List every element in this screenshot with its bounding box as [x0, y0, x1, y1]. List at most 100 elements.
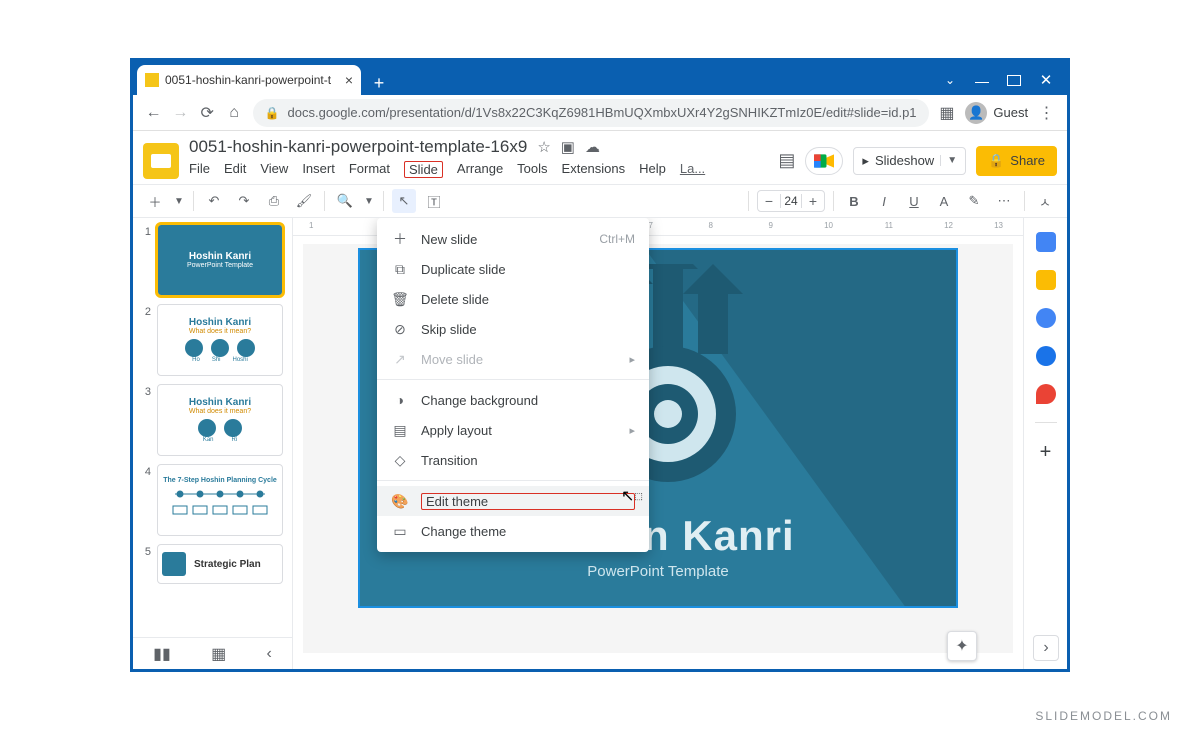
slides-logo-icon[interactable]	[143, 143, 179, 179]
move-folder-icon[interactable]: ▣	[561, 138, 575, 156]
undo-button[interactable]: ↶	[202, 189, 226, 213]
menu-change-background[interactable]: ◑ Change background	[377, 385, 649, 415]
lock-icon: 🔒	[988, 153, 1004, 169]
nav-reload-icon[interactable]: ⟳	[199, 103, 216, 123]
window-maximize-button[interactable]	[1007, 75, 1021, 86]
thumb-row-1[interactable]: 1 Hoshin Kanri PowerPoint Template	[139, 224, 286, 296]
more-tools-button[interactable]: ⋯	[992, 189, 1016, 213]
filmstrip-view-icon[interactable]: ▮▮	[153, 644, 171, 664]
menu-format[interactable]: Format	[349, 161, 390, 178]
slide-thumbnail-3[interactable]: Hoshin Kanri What does it mean? KanRi	[157, 384, 283, 456]
thumb-row-3[interactable]: 3 Hoshin Kanri What does it mean? KanRi	[139, 384, 286, 456]
font-size-value[interactable]: 24	[780, 194, 802, 208]
nav-forward-icon[interactable]: →	[172, 104, 189, 122]
window-dropdown-icon[interactable]: ⌄	[943, 73, 957, 87]
side-panel-toggle-icon[interactable]: ›	[1033, 635, 1059, 661]
thumb-title: Hoshin Kanri	[189, 317, 251, 328]
meet-button[interactable]	[805, 147, 843, 175]
paint-format-button[interactable]: 🖌	[292, 189, 316, 213]
slideshow-button[interactable]: ▸ Slideshow ▼	[853, 147, 966, 175]
italic-button[interactable]: I	[872, 189, 896, 213]
slide-subtitle-text[interactable]: PowerPoint Template	[360, 563, 956, 580]
browser-tab-active[interactable]: 0051-hoshin-kanri-powerpoint-t ×	[137, 65, 361, 95]
textbox-tool-button[interactable]: 🅃	[422, 189, 446, 213]
contacts-icon[interactable]	[1036, 346, 1056, 366]
slide-thumbnail-5[interactable]: Strategic Plan	[157, 544, 283, 584]
menu-extensions[interactable]: Extensions	[562, 161, 626, 178]
collapse-panel-icon[interactable]: ‹	[267, 645, 272, 663]
select-tool-button[interactable]: ↖	[392, 189, 416, 213]
url-field[interactable]: 🔒 docs.google.com/presentation/d/1Vs8x22…	[253, 99, 929, 127]
nav-back-icon[interactable]: ←	[145, 104, 162, 122]
menu-edit-theme[interactable]: 🎨 Edit theme	[377, 486, 649, 516]
new-slide-dropdown-icon[interactable]: ▼	[173, 189, 185, 213]
underline-button[interactable]: U	[902, 189, 926, 213]
thumb-title: Strategic Plan	[194, 559, 261, 570]
hide-menus-button[interactable]: ㅅ	[1033, 189, 1057, 213]
font-size-decrease-button[interactable]: −	[758, 193, 780, 209]
menu-insert[interactable]: Insert	[302, 161, 335, 178]
thumb-number: 5	[139, 544, 151, 584]
menu-file[interactable]: File	[189, 161, 210, 178]
menu-slide[interactable]: Slide	[404, 161, 443, 178]
slide-thumbnail-2[interactable]: Hoshin Kanri What does it mean? HoShiHos…	[157, 304, 283, 376]
new-tab-button[interactable]: +	[367, 71, 391, 95]
zoom-button[interactable]: 🔍	[333, 189, 357, 213]
thumb-title: The 7-Step Hoshin Planning Cycle	[163, 477, 277, 484]
addons-plus-icon[interactable]: +	[1040, 441, 1052, 464]
thumb-number: 1	[139, 224, 151, 296]
menu-change-theme[interactable]: ▭ Change theme	[377, 516, 649, 546]
highlight-color-button[interactable]: ✎	[962, 189, 986, 213]
menu-duplicate-slide[interactable]: ⧉ Duplicate slide	[377, 254, 649, 284]
share-button[interactable]: 🔒 Share	[976, 146, 1057, 176]
document-title[interactable]: 0051-hoshin-kanri-powerpoint-template-16…	[189, 137, 527, 157]
text-color-button[interactable]: A	[932, 189, 956, 213]
menubar: File Edit View Insert Format Slide Arran…	[189, 159, 768, 184]
menu-new-slide[interactable]: ＋ New slide Ctrl+M	[377, 224, 649, 254]
font-size-increase-button[interactable]: +	[802, 193, 824, 209]
thumbnail-footer: ▮▮ ▦ ‹	[133, 637, 292, 669]
profile-chip[interactable]: 👤 Guest	[965, 102, 1028, 124]
thumb-row-2[interactable]: 2 Hoshin Kanri What does it mean? HoShiH…	[139, 304, 286, 376]
menu-last-edit[interactable]: La...	[680, 161, 705, 178]
menu-transition[interactable]: ◇ Transition	[377, 445, 649, 475]
tasks-icon[interactable]	[1036, 308, 1056, 328]
thumb-row-4[interactable]: 4 The 7-Step Hoshin Planning Cycle	[139, 464, 286, 536]
comments-icon[interactable]: ▤	[778, 150, 795, 171]
bold-button[interactable]: B	[842, 189, 866, 213]
menu-tools[interactable]: Tools	[517, 161, 547, 178]
menu-delete-slide[interactable]: 🗑 Delete slide	[377, 284, 649, 314]
thumb-number: 2	[139, 304, 151, 376]
new-slide-button[interactable]: ＋	[143, 189, 167, 213]
menu-help[interactable]: Help	[639, 161, 666, 178]
tab-close-icon[interactable]: ×	[345, 72, 353, 88]
thumbnail-list[interactable]: 1 Hoshin Kanri PowerPoint Template 2 Hos…	[133, 218, 292, 637]
maps-icon[interactable]	[1036, 384, 1056, 404]
thumb-row-5[interactable]: 5 Strategic Plan	[139, 544, 286, 584]
menu-view[interactable]: View	[260, 161, 288, 178]
zoom-dropdown-icon[interactable]: ▼	[363, 189, 375, 213]
browser-menu-icon[interactable]: ⋮	[1038, 103, 1055, 123]
keep-icon[interactable]	[1036, 270, 1056, 290]
window-minimize-button[interactable]	[975, 74, 989, 86]
grid-view-icon[interactable]: ▦	[211, 644, 226, 664]
menu-arrange[interactable]: Arrange	[457, 161, 503, 178]
submenu-arrow-icon: ▸	[629, 353, 635, 366]
nav-home-icon[interactable]: ⌂	[226, 104, 243, 122]
explore-button[interactable]: ✦	[947, 631, 977, 661]
star-icon[interactable]: ☆	[537, 138, 550, 156]
window-close-button[interactable]: ✕	[1039, 71, 1053, 89]
menu-edit[interactable]: Edit	[224, 161, 246, 178]
calendar-icon[interactable]	[1036, 232, 1056, 252]
redo-button[interactable]: ↷	[232, 189, 256, 213]
menu-apply-layout[interactable]: ▤ Apply layout ▸	[377, 415, 649, 445]
menu-skip-slide[interactable]: ⊘ Skip slide	[377, 314, 649, 344]
slide-thumbnail-1[interactable]: Hoshin Kanri PowerPoint Template	[157, 224, 283, 296]
slide-thumbnail-4[interactable]: The 7-Step Hoshin Planning Cycle	[157, 464, 283, 536]
print-button[interactable]: ⎙	[262, 189, 286, 213]
app-header: 0051-hoshin-kanri-powerpoint-template-16…	[133, 131, 1067, 184]
background-icon: ◑	[391, 391, 409, 409]
slideshow-label: Slideshow	[875, 153, 934, 168]
extension-icon[interactable]: ▦	[939, 103, 956, 123]
slideshow-dropdown-icon[interactable]: ▼	[940, 155, 957, 166]
